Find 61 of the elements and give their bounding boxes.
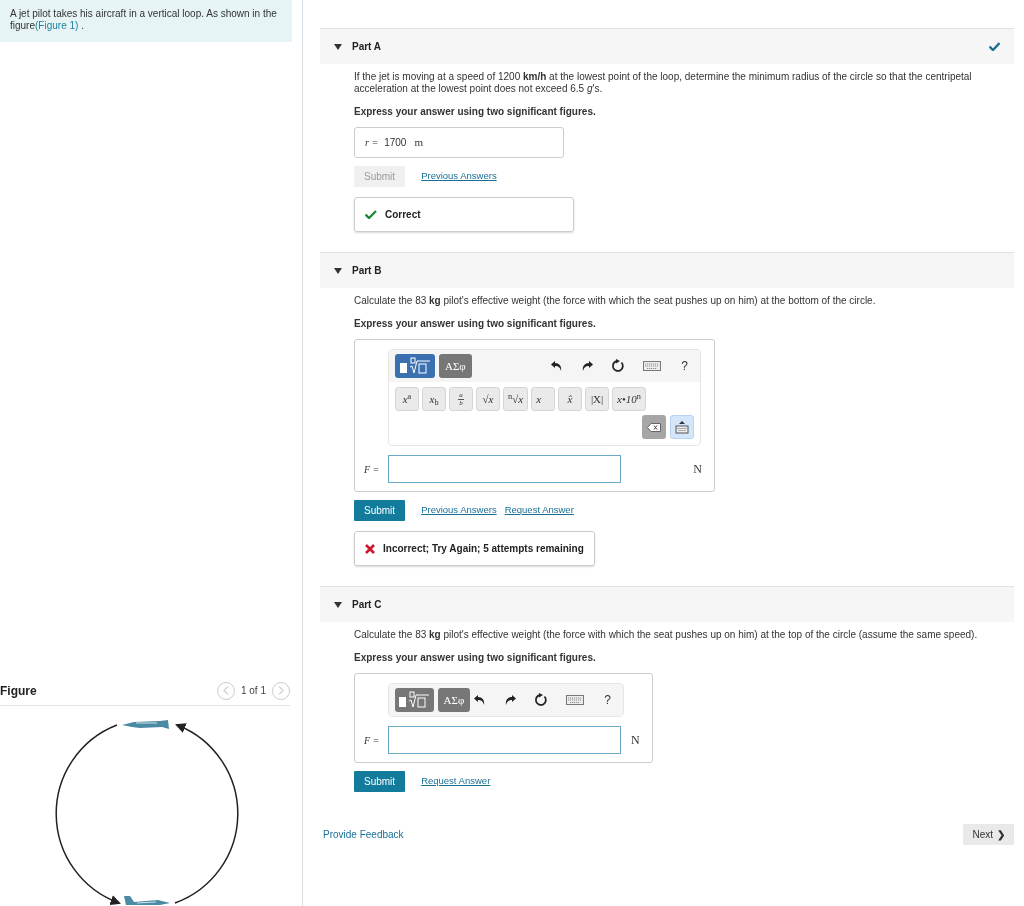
symbols-button[interactable]: ΑΣφ <box>437 688 471 712</box>
page-counter: 1 of 1 <box>240 684 266 698</box>
help-button[interactable]: ? <box>602 691 613 709</box>
answer-label: F = <box>364 733 381 748</box>
instruction-text: Express your answer using two significant figures. <box>354 651 597 665</box>
answer-link[interactable]: Request Answer <box>504 503 574 518</box>
palette-key[interactable]: √x <box>476 387 500 411</box>
keyboard-icon[interactable] <box>566 695 585 705</box>
answer-input-field[interactable] <box>388 726 621 754</box>
question-text: Calculate the 83 kg pilot's effective weight (the force with which the seat pushes up on him) at the top of the circle (assume the same speed). <box>354 629 979 641</box>
root-template-icon <box>397 691 432 709</box>
symbols-button[interactable]: ΑΣφ <box>439 354 472 378</box>
unit-label: N <box>631 732 640 749</box>
templates-button[interactable] <box>395 354 435 378</box>
instruction-text: Express your answer using two significant figures. <box>354 105 597 119</box>
next-page-button[interactable]: Next ❯ <box>963 824 1014 845</box>
chevron-right-icon <box>278 686 284 695</box>
submit-button: Submit <box>354 166 406 187</box>
chevron-left-icon <box>222 686 229 695</box>
templates-button[interactable] <box>395 688 434 712</box>
root-template-icon <box>398 357 432 375</box>
figure-link[interactable]: (Figure 1) <box>35 20 79 31</box>
palette-key[interactable]: x•10$^{n}$ <box>612 387 646 411</box>
redo-icon[interactable] <box>581 361 594 371</box>
answer-link[interactable]: Previous Answers <box>421 503 497 518</box>
unit-label: N <box>693 461 702 478</box>
redo-icon[interactable] <box>504 695 517 705</box>
question-text: If the jet is moving at a speed of 1200 km/h at the lowest point of the loop, determine the minimum radius of the circle so that the centripetal acceleration at the lowest point does not exceed 6.5 g's. <box>354 71 973 95</box>
part-header[interactable]: Part B <box>320 252 1014 288</box>
feedback-text: Correct <box>385 208 421 222</box>
palette-key[interactable]: x̂ <box>558 387 583 411</box>
question-text: Calculate the 83 kg pilot's effective weight (the force with which the seat pushes up on him) at the bottom of the circle. <box>354 295 877 307</box>
keyboard-icon[interactable] <box>643 361 662 371</box>
keyboard-icon <box>675 420 689 434</box>
feedback-text: Incorrect; Try Again; 5 attempts remaining <box>383 542 584 556</box>
backspace-icon <box>647 422 661 432</box>
palette-key[interactable]: x$^{a}$ <box>395 387 419 411</box>
backspace-button[interactable] <box>642 415 666 439</box>
submit-button[interactable]: Submit <box>354 500 406 521</box>
answer-link[interactable]: Previous Answers <box>421 169 497 184</box>
part-header[interactable]: Part A <box>320 28 1014 64</box>
submit-button[interactable]: Submit <box>354 771 406 792</box>
palette-key[interactable]: $^{n}$√x <box>503 387 529 411</box>
keyboard-toggle-button[interactable] <box>670 415 694 439</box>
instruction-text: Express your answer using two significant figures. <box>354 317 597 331</box>
reset-icon[interactable] <box>534 693 549 707</box>
palette-key[interactable]: |X| <box>585 387 610 411</box>
help-button[interactable]: ? <box>679 357 690 375</box>
undo-icon[interactable] <box>474 695 487 705</box>
reset-icon[interactable] <box>611 359 626 373</box>
answer-input-field[interactable] <box>388 455 621 483</box>
palette-key[interactable]: x$_{b}$ <box>422 387 446 411</box>
palette-key[interactable]: x⃗ <box>531 387 556 411</box>
intro-text: A jet pilot takes his aircraft in a vertical loop. As shown in the figure(Figure 1) . <box>10 8 278 32</box>
provide-feedback-link[interactable]: Provide Feedback <box>323 827 404 842</box>
undo-icon[interactable] <box>551 361 564 371</box>
answer-field[interactable]: r = 1700 m <box>354 127 564 158</box>
part-header[interactable]: Part C <box>320 586 1014 622</box>
answer-link[interactable]: Request Answer <box>421 774 491 789</box>
answer-label: F = <box>364 462 381 477</box>
figure-title: Figure <box>0 682 37 700</box>
